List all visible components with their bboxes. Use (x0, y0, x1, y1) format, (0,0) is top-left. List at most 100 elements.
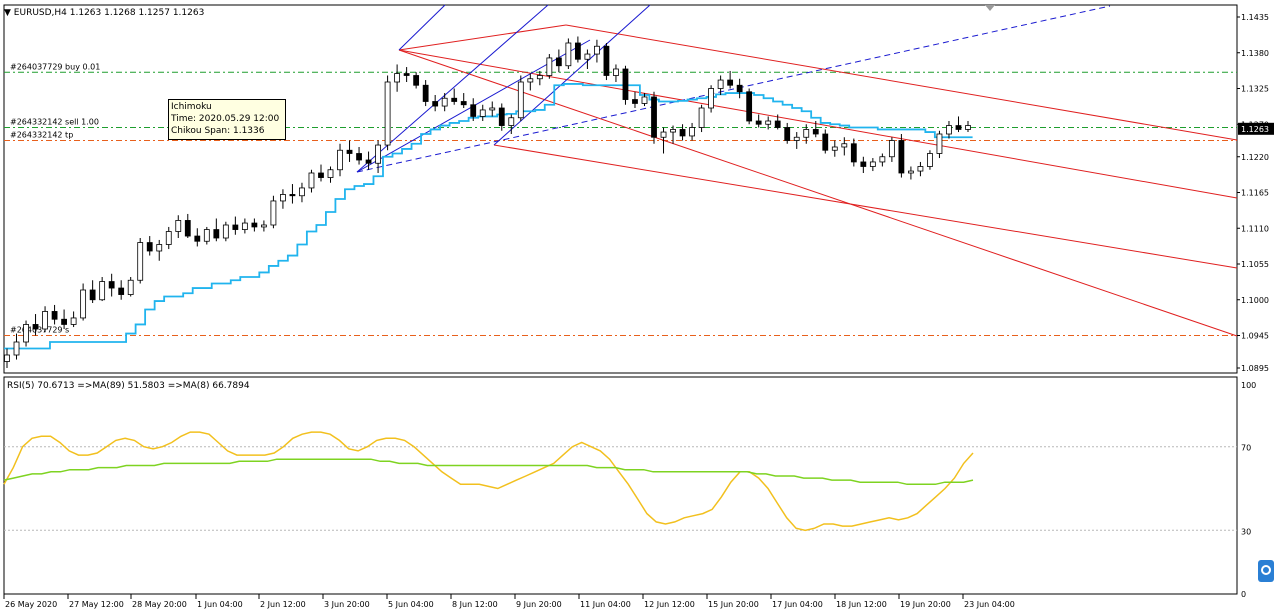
candle-body (299, 187, 305, 197)
collapse-triangle-icon[interactable]: ▼ (4, 8, 11, 18)
scroll-to-end-button[interactable] (1258, 560, 1274, 582)
channel-drawings[interactable] (356, 4, 1238, 337)
order-label: #264332142 tp (10, 131, 73, 140)
candle-body (879, 156, 886, 163)
time-tick-label: 12 Jun 12:00 (644, 600, 695, 609)
candle (432, 95, 439, 112)
candle-body (203, 229, 210, 242)
candle (898, 134, 905, 178)
candle (517, 75, 524, 121)
candle (89, 280, 96, 303)
candle (318, 164, 324, 182)
candle (51, 304, 58, 325)
candle (23, 320, 29, 347)
price-panel-border (3, 4, 1238, 374)
rsi-panel-frame (3, 376, 1238, 595)
candle-body (51, 311, 58, 320)
candle-body (89, 289, 96, 301)
candle (175, 215, 182, 238)
candle (356, 147, 362, 165)
candle-body (337, 149, 343, 171)
candle (308, 169, 315, 193)
candle-body (917, 166, 924, 172)
candle (222, 221, 229, 242)
candle-body (394, 73, 401, 83)
candle (927, 150, 933, 170)
candle-body (670, 129, 676, 133)
candle-body (327, 169, 334, 178)
price-tick-label: 1.1325 (1241, 85, 1269, 94)
candle (451, 88, 458, 105)
candle (80, 283, 87, 321)
candle-body (536, 75, 543, 80)
candle (422, 80, 429, 107)
order-label: #264037729 s (10, 326, 69, 335)
candle-body (175, 220, 182, 232)
candle-body (641, 96, 648, 104)
candle-body (479, 109, 486, 117)
red-channel-line (565, 24, 1238, 141)
candle-body (232, 224, 239, 230)
candle (403, 67, 410, 82)
candle-body (213, 229, 220, 239)
candle-body (156, 244, 163, 252)
price-tick-label: 1.0945 (1241, 332, 1269, 341)
candle-body (422, 84, 429, 102)
candle (213, 218, 220, 242)
price-axis: 1.14351.13801.13251.12701.12201.11651.11… (1237, 13, 1274, 373)
candle (917, 161, 924, 177)
candle (498, 103, 505, 131)
candle (908, 166, 914, 180)
candle-body (108, 281, 115, 289)
candle-body (946, 125, 952, 135)
candle-body (270, 200, 277, 226)
candle-body (432, 101, 439, 107)
candle-body (184, 220, 191, 237)
candle (146, 236, 153, 256)
candle (280, 189, 286, 209)
candle-body (4, 354, 10, 362)
symbol-header-text: EURUSD,H4 1.1263 1.1268 1.1257 1.1263 (13, 8, 205, 18)
candle (831, 140, 838, 157)
candle (869, 158, 876, 172)
candle (251, 218, 258, 232)
candle (365, 151, 372, 170)
candle (4, 348, 10, 368)
candle-body (660, 131, 667, 138)
candle (594, 39, 600, 63)
candle (165, 226, 172, 250)
candle (108, 273, 115, 297)
time-tick-label: 23 Jun 04:00 (964, 600, 1015, 609)
candle-body (831, 146, 838, 151)
candle (670, 125, 676, 144)
candle-body (622, 68, 629, 100)
time-tick-label: 8 Jun 12:00 (452, 600, 498, 609)
time-tick-label: 19 Jun 20:00 (900, 600, 951, 609)
time-tick-label: 17 Jun 04:00 (772, 600, 823, 609)
candle (546, 54, 553, 79)
price-tick-label: 1.0895 (1241, 364, 1269, 373)
time-tick-label: 28 May 20:00 (132, 600, 187, 609)
candle (232, 216, 239, 235)
candle-body (812, 129, 819, 135)
candle-body (755, 120, 762, 125)
candle-body (13, 341, 20, 356)
ichimoku-tooltip: Ichimoku Time: 2020.05.29 12:00 Chikou S… (168, 99, 286, 140)
candle (841, 137, 848, 156)
rsi-series (3, 458, 974, 486)
candle (70, 311, 77, 328)
candle-body (403, 73, 410, 76)
candle-body (689, 127, 695, 137)
candle-body (965, 125, 971, 130)
rsi-tick-label: 70 (1241, 444, 1251, 453)
candle (13, 333, 20, 360)
candle (679, 124, 686, 141)
candle-body (470, 104, 477, 117)
tooltip-time: Time: 2020.05.29 12:00 (171, 114, 280, 124)
candle-body (765, 120, 772, 125)
candle-body (908, 170, 914, 174)
candle (479, 104, 486, 121)
candle-body (603, 45, 610, 76)
candle-body (375, 144, 381, 164)
candle (784, 122, 791, 144)
